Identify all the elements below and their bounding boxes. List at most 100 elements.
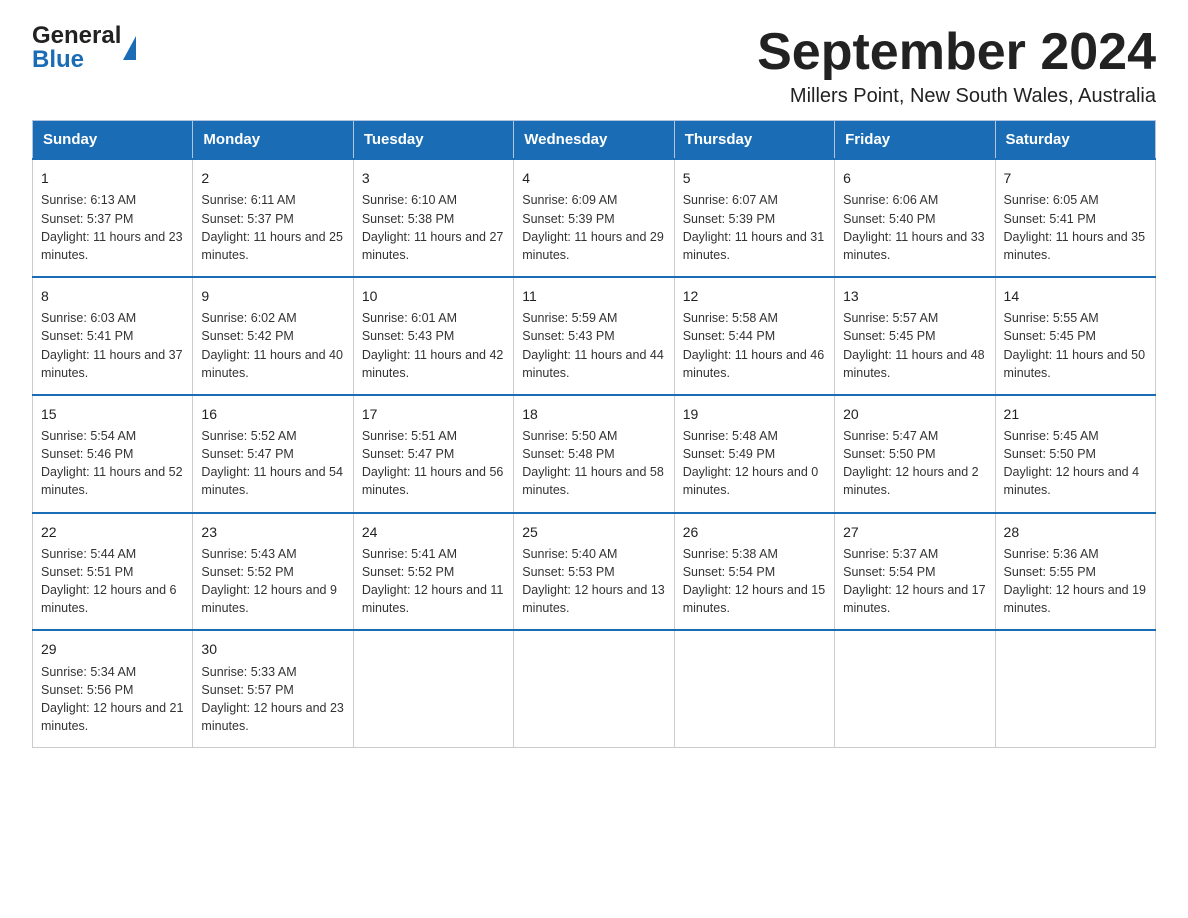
day-number: 2 — [201, 168, 344, 188]
calendar-cell: 10Sunrise: 6:01 AMSunset: 5:43 PMDayligh… — [353, 277, 513, 395]
logo-line: General Blue — [32, 24, 136, 72]
calendar-cell: 9 Sunrise: 6:02 AMSunset: 5:42 PMDaylight… — [193, 277, 353, 395]
calendar-cell: 8Sunrise: 6:03 AMSunset: 5:41 PMDaylight… — [33, 277, 193, 395]
calendar-cell — [514, 630, 674, 747]
calendar-week-row: 22 Sunrise: 5:44 AMSunset: 5:51 PMDayligh… — [33, 513, 1156, 631]
calendar-cell — [353, 630, 513, 747]
calendar-cell: 17Sunrise: 5:51 AMSunset: 5:47 PMDayligh… — [353, 395, 513, 513]
calendar-cell: 21Sunrise: 5:45 AMSunset: 5:50 PMDayligh… — [995, 395, 1155, 513]
day-number: 26 — [683, 522, 826, 542]
day-number: 9 — [201, 286, 344, 306]
location-subtitle: Millers Point, New South Wales, Australi… — [757, 85, 1156, 108]
day-number: 29 — [41, 639, 184, 659]
month-title: September 2024 — [757, 24, 1156, 81]
day-number: 8 — [41, 286, 184, 306]
day-number: 20 — [843, 404, 986, 424]
day-number: 6 — [843, 168, 986, 188]
day-number: 3 — [362, 168, 505, 188]
day-info: Sunrise: 5:37 AMSunset: 5:54 PMDaylight:… — [843, 545, 986, 618]
day-info: Sunrise: 5:41 AMSunset: 5:52 PMDaylight:… — [362, 545, 505, 618]
day-info: Sunrise: 6:05 AMSunset: 5:41 PMDaylight:… — [1004, 191, 1147, 264]
calendar-cell: 28Sunrise: 5:36 AMSunset: 5:55 PMDayligh… — [995, 513, 1155, 631]
logo-triangle-icon — [123, 36, 136, 60]
calendar-cell: 3 Sunrise: 6:10 AMSunset: 5:38 PMDaylight… — [353, 159, 513, 277]
day-info: Sunrise: 5:33 AMSunset: 5:57 PMDaylight:… — [201, 663, 344, 736]
page-header: General Blue September 2024 Millers Poin… — [32, 24, 1156, 108]
weekday-header-saturday: Saturday — [995, 121, 1155, 160]
calendar-week-row: 29Sunrise: 5:34 AMSunset: 5:56 PMDayligh… — [33, 630, 1156, 747]
day-info: Sunrise: 6:10 AMSunset: 5:38 PMDaylight:… — [362, 191, 505, 264]
calendar-cell: 26 Sunrise: 5:38 AMSunset: 5:54 PMDayligh… — [674, 513, 834, 631]
calendar-cell: 1Sunrise: 6:13 AMSunset: 5:37 PMDaylight… — [33, 159, 193, 277]
day-info: Sunrise: 5:47 AMSunset: 5:50 PMDaylight:… — [843, 427, 986, 500]
calendar-cell: 2 Sunrise: 6:11 AMSunset: 5:37 PMDaylight… — [193, 159, 353, 277]
logo-text-block: General Blue — [32, 24, 121, 72]
day-number: 13 — [843, 286, 986, 306]
day-info: Sunrise: 5:59 AMSunset: 5:43 PMDaylight:… — [522, 309, 665, 382]
day-number: 24 — [362, 522, 505, 542]
calendar-cell: 11 Sunrise: 5:59 AMSunset: 5:43 PMDayligh… — [514, 277, 674, 395]
logo-blue: Blue — [32, 48, 121, 72]
calendar-cell — [995, 630, 1155, 747]
calendar-week-row: 15Sunrise: 5:54 AMSunset: 5:46 PMDayligh… — [33, 395, 1156, 513]
calendar-cell: 16 Sunrise: 5:52 AMSunset: 5:47 PMDayligh… — [193, 395, 353, 513]
calendar-week-row: 8Sunrise: 6:03 AMSunset: 5:41 PMDaylight… — [33, 277, 1156, 395]
weekday-header-thursday: Thursday — [674, 121, 834, 160]
logo-general: General — [32, 24, 121, 48]
title-block: September 2024 Millers Point, New South … — [757, 24, 1156, 108]
weekday-header-monday: Monday — [193, 121, 353, 160]
day-info: Sunrise: 5:52 AMSunset: 5:47 PMDaylight:… — [201, 427, 344, 500]
day-number: 5 — [683, 168, 826, 188]
day-number: 7 — [1004, 168, 1147, 188]
day-number: 28 — [1004, 522, 1147, 542]
day-info: Sunrise: 5:50 AMSunset: 5:48 PMDaylight:… — [522, 427, 665, 500]
calendar-cell: 22 Sunrise: 5:44 AMSunset: 5:51 PMDayligh… — [33, 513, 193, 631]
day-info: Sunrise: 5:40 AMSunset: 5:53 PMDaylight:… — [522, 545, 665, 618]
day-info: Sunrise: 5:48 AMSunset: 5:49 PMDaylight:… — [683, 427, 826, 500]
day-number: 30 — [201, 639, 344, 659]
day-number: 18 — [522, 404, 665, 424]
weekday-header-friday: Friday — [835, 121, 995, 160]
day-number: 19 — [683, 404, 826, 424]
calendar-cell: 6 Sunrise: 6:06 AMSunset: 5:40 PMDaylight… — [835, 159, 995, 277]
calendar-cell — [835, 630, 995, 747]
day-number: 15 — [41, 404, 184, 424]
calendar-cell: 25 Sunrise: 5:40 AMSunset: 5:53 PMDayligh… — [514, 513, 674, 631]
day-info: Sunrise: 5:55 AMSunset: 5:45 PMDaylight:… — [1004, 309, 1147, 382]
day-number: 23 — [201, 522, 344, 542]
day-info: Sunrise: 5:45 AMSunset: 5:50 PMDaylight:… — [1004, 427, 1147, 500]
calendar-cell — [674, 630, 834, 747]
day-number: 22 — [41, 522, 184, 542]
day-info: Sunrise: 5:38 AMSunset: 5:54 PMDaylight:… — [683, 545, 826, 618]
day-info: Sunrise: 6:02 AMSunset: 5:42 PMDaylight:… — [201, 309, 344, 382]
calendar-cell: 24 Sunrise: 5:41 AMSunset: 5:52 PMDayligh… — [353, 513, 513, 631]
calendar-cell: 7 Sunrise: 6:05 AMSunset: 5:41 PMDaylight… — [995, 159, 1155, 277]
day-number: 17 — [362, 404, 505, 424]
calendar-week-row: 1Sunrise: 6:13 AMSunset: 5:37 PMDaylight… — [33, 159, 1156, 277]
day-info: Sunrise: 6:11 AMSunset: 5:37 PMDaylight:… — [201, 191, 344, 264]
calendar-cell: 15Sunrise: 5:54 AMSunset: 5:46 PMDayligh… — [33, 395, 193, 513]
day-number: 14 — [1004, 286, 1147, 306]
calendar-cell: 18 Sunrise: 5:50 AMSunset: 5:48 PMDayligh… — [514, 395, 674, 513]
day-number: 27 — [843, 522, 986, 542]
calendar-cell: 20 Sunrise: 5:47 AMSunset: 5:50 PMDayligh… — [835, 395, 995, 513]
day-number: 16 — [201, 404, 344, 424]
calendar-cell: 19 Sunrise: 5:48 AMSunset: 5:49 PMDayligh… — [674, 395, 834, 513]
day-info: Sunrise: 6:01 AMSunset: 5:43 PMDaylight:… — [362, 309, 505, 382]
calendar-cell: 29Sunrise: 5:34 AMSunset: 5:56 PMDayligh… — [33, 630, 193, 747]
day-info: Sunrise: 5:43 AMSunset: 5:52 PMDaylight:… — [201, 545, 344, 618]
day-number: 1 — [41, 168, 184, 188]
day-number: 25 — [522, 522, 665, 542]
day-info: Sunrise: 6:06 AMSunset: 5:40 PMDaylight:… — [843, 191, 986, 264]
calendar-cell: 13Sunrise: 5:57 AMSunset: 5:45 PMDayligh… — [835, 277, 995, 395]
day-info: Sunrise: 6:09 AMSunset: 5:39 PMDaylight:… — [522, 191, 665, 264]
calendar-table: SundayMondayTuesdayWednesdayThursdayFrid… — [32, 120, 1156, 748]
weekday-header-sunday: Sunday — [33, 121, 193, 160]
day-info: Sunrise: 5:44 AMSunset: 5:51 PMDaylight:… — [41, 545, 184, 618]
calendar-cell: 30 Sunrise: 5:33 AMSunset: 5:57 PMDayligh… — [193, 630, 353, 747]
day-info: Sunrise: 6:07 AMSunset: 5:39 PMDaylight:… — [683, 191, 826, 264]
calendar-cell: 5 Sunrise: 6:07 AMSunset: 5:39 PMDaylight… — [674, 159, 834, 277]
day-info: Sunrise: 5:58 AMSunset: 5:44 PMDaylight:… — [683, 309, 826, 382]
day-number: 11 — [522, 286, 665, 306]
weekday-header-tuesday: Tuesday — [353, 121, 513, 160]
